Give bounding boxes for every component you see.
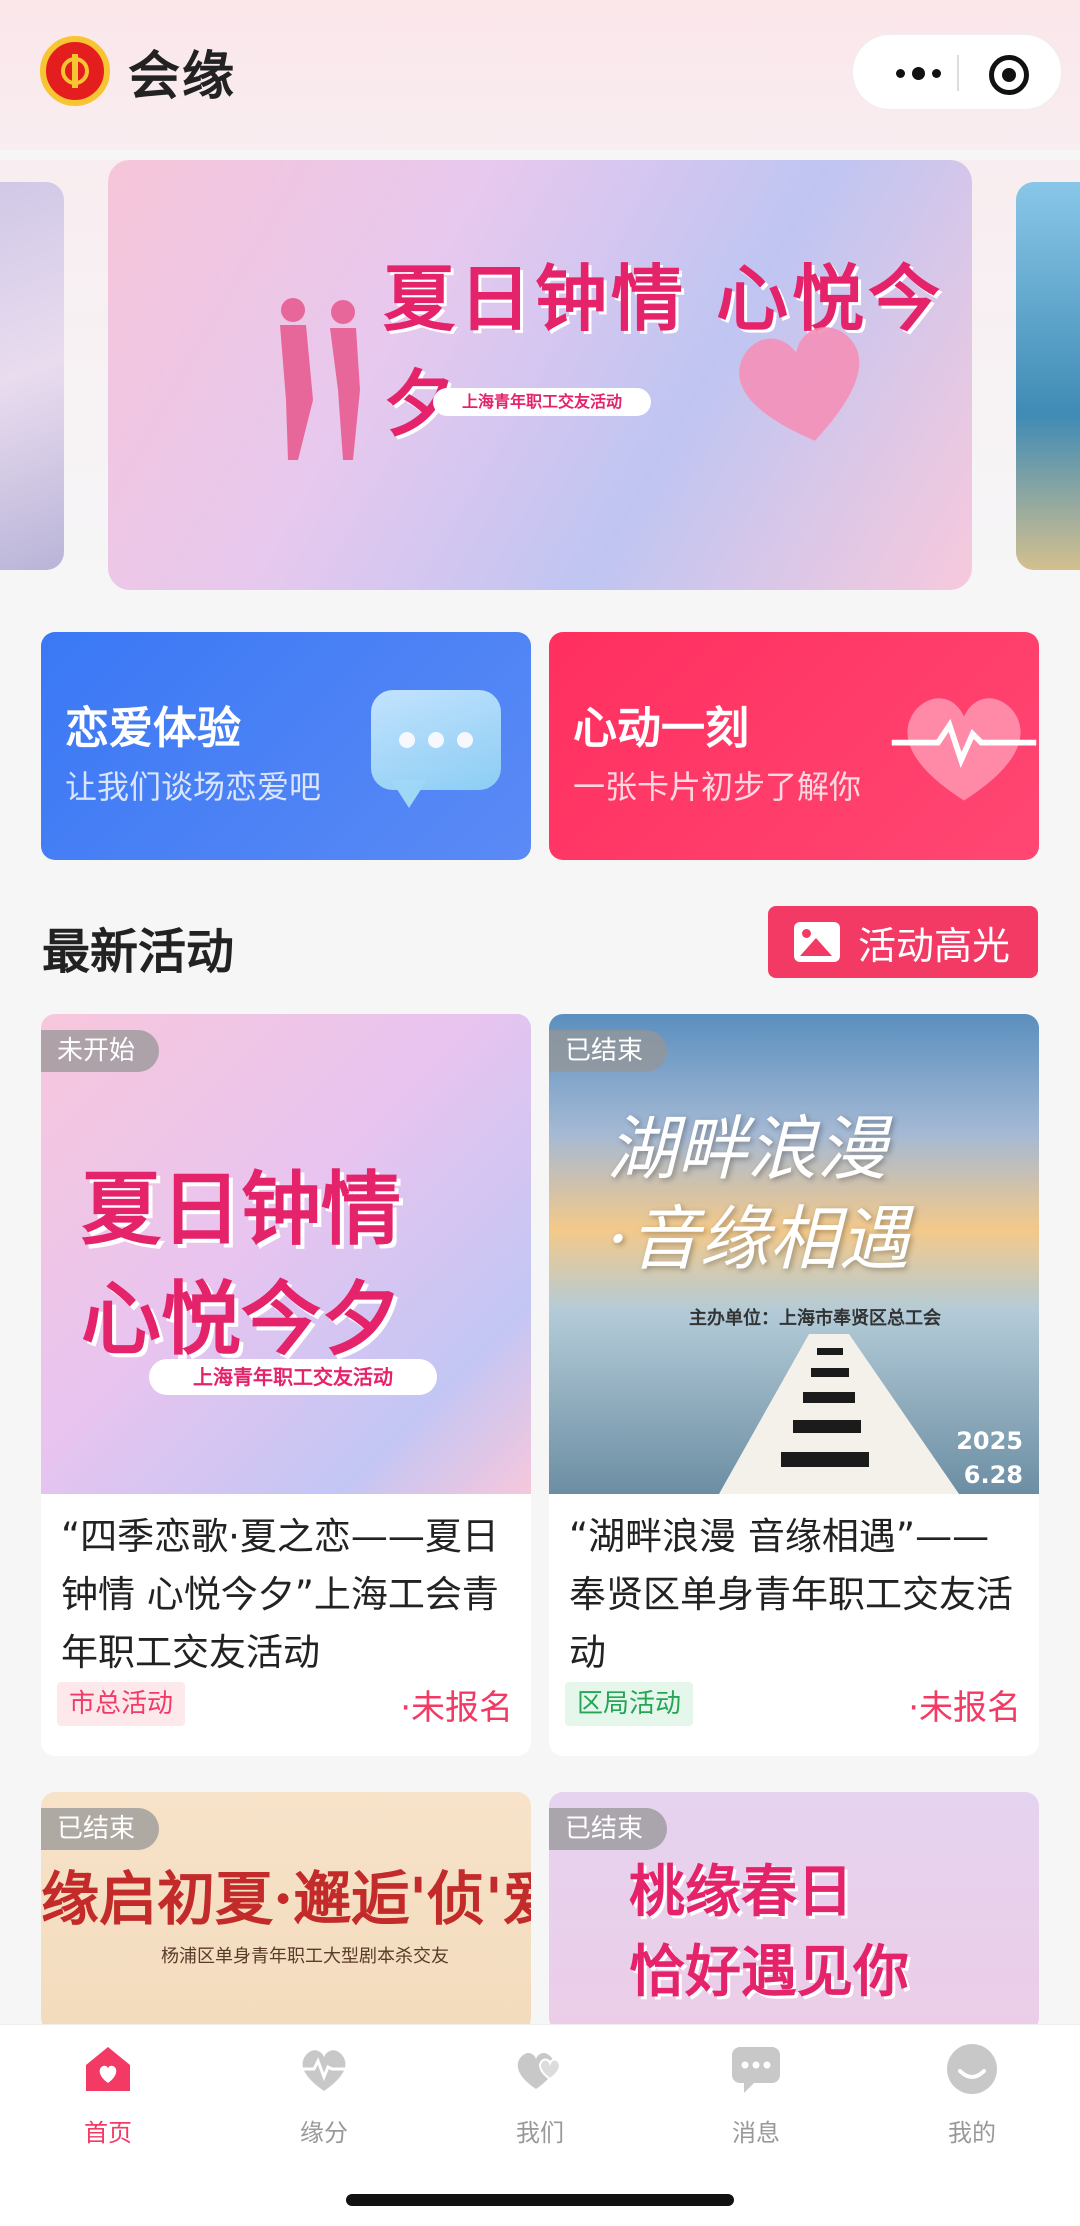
thumb-title: 夏日钟情 心悦今夕 [81,1162,401,1366]
thumb-title: 湖畔浪漫 ·音缘相遇 [607,1108,910,1280]
banner-slide-next[interactable] [1016,182,1080,570]
piano-keys-icon [719,1334,959,1494]
message-icon [732,2047,780,2093]
tab-us[interactable]: 我们 [432,2041,648,2148]
tab-profile[interactable]: 我的 [864,2041,1080,2148]
activity-type-tag: 市总活动 [57,1682,186,1726]
activity-card-title: “四季恋歌·夏之恋——夏日钟情 心悦今夕”上海工会青年职工交友活动 [61,1515,499,1674]
profile-icon [947,2044,997,2094]
status-badge: 已结束 [41,1808,160,1850]
activity-card-image: 桃缘春日 恰好遇见你 已结束 [549,1792,1039,2032]
love-experience-title: 恋爱体验 [65,703,241,754]
section-title: 最新活动 [42,924,235,980]
tab-label: 首页 [84,2119,132,2147]
heartbeat-icon [300,2050,348,2091]
thumb-title: 桃缘春日 恰好遇见你 [629,1859,909,2005]
heartbeat-heart-icon [891,698,1037,801]
tab-label: 我们 [516,2119,564,2147]
tab-label: 消息 [732,2119,780,2147]
activity-card[interactable]: 桃缘春日 恰好遇见你 已结束 [549,1792,1039,2032]
thumb-subtitle: 杨浦区单身青年职工大型剧本杀交友 [161,1946,449,1967]
tab-messages[interactable]: 消息 [648,2041,864,2148]
thumb-host: 主办单位：上海市奉贤区总工会 [689,1308,941,1329]
capsule-divider [957,55,959,91]
registration-status: ·未报名 [908,1688,1021,1728]
activity-card[interactable]: 湖畔浪漫 ·音缘相遇 主办单位：上海市奉贤区总工会 2025 6.28 已结束 “湖… [549,1014,1039,1756]
activity-card-title: “湖畔浪漫 音缘相遇”——奉贤区单身青年职工交友活动 [569,1515,1013,1674]
heartbeat-moment-subtitle: 一张卡片初步了解你 [573,768,862,806]
tab-label: 我的 [948,2119,996,2147]
activity-card-image: 夏日钟情 心悦今夕 上海青年职工交友活动 未开始 [41,1014,531,1494]
couple-silhouette-icon [280,298,360,460]
chat-bubble-icon [371,690,501,790]
love-experience-card[interactable]: 恋爱体验 让我们谈场恋爱吧 [41,632,531,860]
thumb-title: 缘启初夏·邂逅'侦'爱 [41,1865,531,1933]
banner-slide-prev[interactable] [0,182,64,570]
banner-slide-current[interactable]: 夏日钟情 心悦今夕 上海青年职工交友活动 [108,160,972,590]
registration-status: ·未报名 [400,1688,513,1728]
top-bar: 会缘 [0,0,1080,150]
activity-card-image: 缘启初夏·邂逅'侦'爱 杨浦区单身青年职工大型剧本杀交友 已结束 [41,1792,531,2032]
image-icon [794,922,840,962]
tab-fate[interactable]: 缘分 [216,2041,432,2148]
activity-highlights-button[interactable]: 活动高光 [768,906,1038,978]
status-badge: 已结束 [549,1030,668,1072]
tab-label: 缘分 [300,2119,348,2147]
banner-pill: 上海青年职工交友活动 [433,388,651,416]
heart-balloon-icon [739,327,860,441]
activity-card[interactable]: 缘启初夏·邂逅'侦'爱 杨浦区单身青年职工大型剧本杀交友 已结束 [41,1792,531,2032]
home-indicator[interactable] [346,2194,734,2206]
heartbeat-moment-card[interactable]: 心动一刻 一张卡片初步了解你 [549,632,1039,860]
activity-card-image: 湖畔浪漫 ·音缘相遇 主办单位：上海市奉贤区总工会 2025 6.28 已结束 [549,1014,1039,1494]
app-title: 会缘 [128,47,237,107]
more-dots-icon[interactable] [883,35,953,111]
banner-carousel[interactable]: 夏日钟情 心悦今夕 上海青年职工交友活动 [0,160,1080,590]
activity-type-tag: 区局活动 [565,1682,694,1726]
thumb-date: 2025 6.28 [956,1427,1023,1489]
tab-home[interactable]: 首页 [0,2041,216,2148]
hearts-icon [517,2052,561,2089]
status-badge: 已结束 [549,1808,668,1850]
union-logo-icon [40,36,110,106]
activity-card[interactable]: 夏日钟情 心悦今夕 上海青年职工交友活动 未开始 “四季恋歌·夏之恋——夏日钟情 … [41,1014,531,1756]
activity-highlights-label: 活动高光 [858,923,1011,968]
thumb-pill: 上海青年职工交友活动 [149,1359,437,1395]
love-experience-subtitle: 让我们谈场恋爱吧 [65,768,322,806]
heartbeat-moment-title: 心动一刻 [573,703,749,754]
mini-program-capsule [852,34,1062,110]
target-icon[interactable] [989,55,1029,95]
home-icon [86,2047,130,2091]
status-badge: 未开始 [41,1030,160,1072]
